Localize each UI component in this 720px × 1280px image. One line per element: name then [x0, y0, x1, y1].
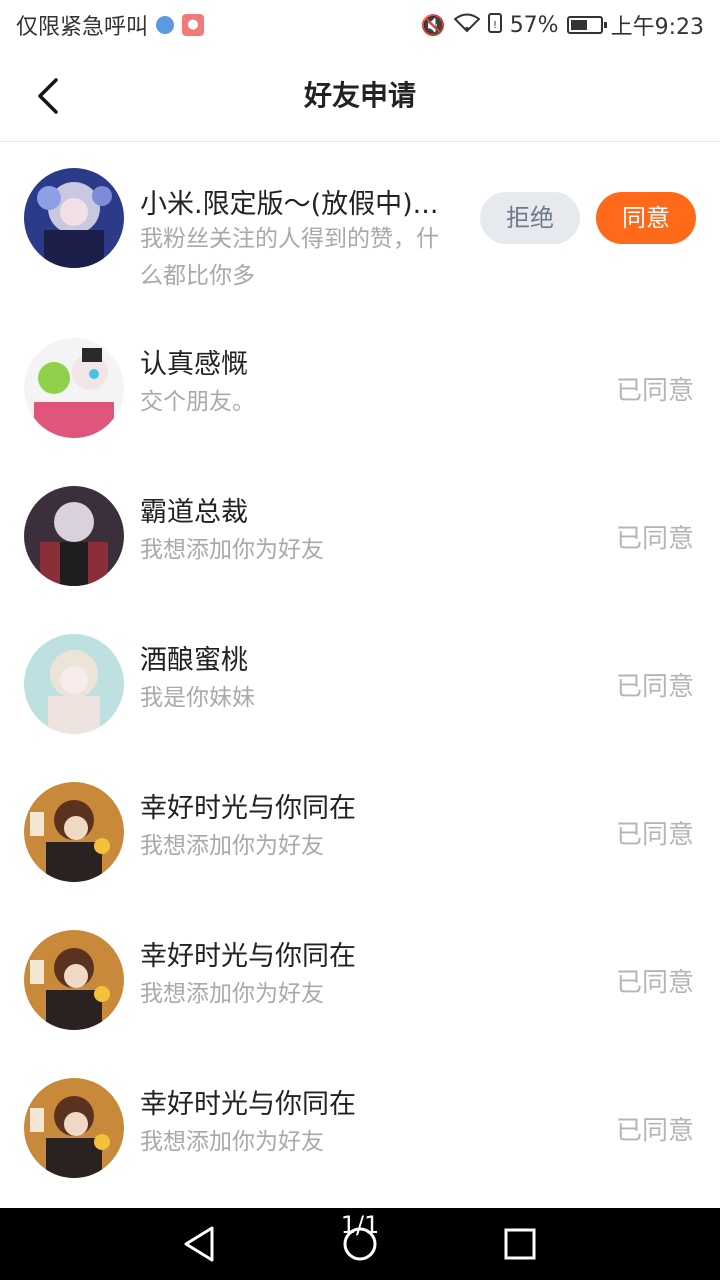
avatar[interactable]	[24, 168, 124, 268]
wifi-icon	[453, 13, 481, 38]
request-message: 我想添加你为好友	[140, 1129, 324, 1155]
status-bar: 仅限紧急呼叫 ● 🔇 ! 57% 上午9:23	[0, 0, 720, 50]
request-message: 交个朋友。	[140, 389, 255, 415]
battery-percent: 57%	[509, 12, 559, 38]
list-item[interactable]: 小米.限定版～(放假中)... 我粉丝关注的人得到的赞，什么都比你多 拒绝 同意	[0, 142, 720, 314]
requester-name: 酒酿蜜桃	[140, 645, 248, 676]
circle-home-icon	[343, 1227, 377, 1261]
accepted-status: 已同意	[615, 524, 694, 554]
request-message: 我想添加你为好友	[140, 537, 324, 563]
list-item[interactable]: 认真感慨 交个朋友。 已同意	[0, 314, 720, 462]
accepted-status: 已同意	[615, 1116, 694, 1146]
sim-icon: !	[487, 12, 502, 38]
battery-fill	[570, 20, 587, 30]
list-item[interactable]: 幸好时光与你同在 我想添加你为好友 已同意	[0, 906, 720, 1054]
app-notification-icon: ●	[182, 14, 205, 36]
nav-back-button[interactable]	[178, 1222, 222, 1266]
request-message: 我粉丝关注的人得到的赞，什么都比你多	[140, 226, 439, 289]
request-message: 我是你妹妹	[140, 685, 255, 711]
friend-request-list: 小米.限定版～(放假中)... 我粉丝关注的人得到的赞，什么都比你多 拒绝 同意…	[0, 142, 720, 1202]
list-item[interactable]: 霸道总裁 我想添加你为好友 已同意	[0, 462, 720, 610]
accepted-status: 已同意	[615, 672, 694, 702]
status-right: 🔇 ! 57% 上午9:23	[421, 9, 704, 41]
square-recents-icon	[504, 1228, 536, 1260]
nav-home-button[interactable]	[338, 1222, 382, 1266]
avatar[interactable]	[24, 1078, 124, 1178]
system-nav-bar: 1/1	[0, 1208, 720, 1280]
requester-name: 认真感慨	[140, 349, 248, 380]
accepted-status: 已同意	[615, 820, 694, 850]
page-title: 好友申请	[303, 79, 416, 112]
triangle-back-icon	[184, 1226, 214, 1262]
header: 好友申请	[0, 50, 720, 142]
clock: 上午9:23	[610, 15, 704, 40]
mute-icon: 🔇	[420, 13, 446, 37]
requester-name: 幸好时光与你同在	[140, 793, 356, 824]
accept-button[interactable]: 同意	[596, 192, 696, 244]
svg-text:!: !	[493, 20, 497, 31]
battery-icon	[566, 16, 607, 34]
request-message: 我想添加你为好友	[140, 833, 324, 859]
list-item[interactable]: 幸好时光与你同在 我想添加你为好友 已同意	[0, 758, 720, 906]
reject-button[interactable]: 拒绝	[480, 192, 580, 244]
accepted-status: 已同意	[615, 376, 694, 406]
list-item[interactable]: 酒酿蜜桃 我是你妹妹 已同意	[0, 610, 720, 758]
requester-name: 小米.限定版～(放假中)...	[140, 189, 439, 220]
requester-name: 幸好时光与你同在	[140, 941, 356, 972]
requester-name: 霸道总裁	[140, 497, 248, 528]
requester-name: 幸好时光与你同在	[140, 1089, 356, 1120]
status-left: 仅限紧急呼叫 ●	[16, 9, 205, 41]
avatar[interactable]	[24, 634, 124, 734]
list-item[interactable]: 幸好时光与你同在 我想添加你为好友 已同意	[0, 1054, 720, 1202]
notification-icon	[156, 16, 175, 34]
request-message: 我想添加你为好友	[140, 981, 324, 1007]
avatar[interactable]	[24, 930, 124, 1030]
accepted-status: 已同意	[615, 968, 694, 998]
avatar[interactable]	[24, 338, 124, 438]
avatar[interactable]	[24, 782, 124, 882]
avatar[interactable]	[24, 486, 124, 586]
carrier-text: 仅限紧急呼叫	[16, 15, 149, 40]
nav-recents-button[interactable]	[498, 1222, 542, 1266]
